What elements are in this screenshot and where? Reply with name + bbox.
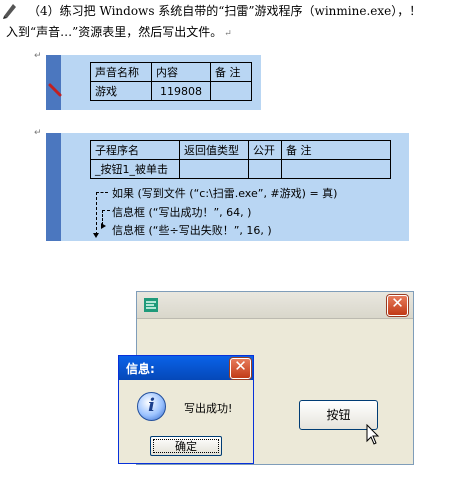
resource-table-panel: 声音名称 内容 备 注 游戏 119808 bbox=[46, 55, 261, 110]
column-header: 返回值类型 bbox=[179, 140, 249, 160]
table-header-row: 声音名称 内容 备 注 bbox=[90, 62, 252, 82]
mouse-cursor-icon bbox=[366, 424, 380, 445]
message-box-title: 信息: bbox=[126, 362, 155, 376]
table-cell[interactable]: 游戏 bbox=[90, 81, 152, 101]
message-text: 写出成功! bbox=[184, 402, 233, 415]
table-cell[interactable] bbox=[248, 159, 282, 179]
message-box: 信息: ✕ i 写出成功! 确定 bbox=[118, 355, 254, 464]
flow-line bbox=[102, 210, 110, 211]
table-cell[interactable] bbox=[210, 81, 252, 101]
code-line-if[interactable]: 如果 (写到文件 (“c:\扫雷.exe”, #游戏) = 真) bbox=[112, 185, 337, 201]
column-header: 备 注 bbox=[210, 62, 252, 82]
column-header: 备 注 bbox=[281, 140, 391, 160]
column-header: 子程序名 bbox=[90, 140, 180, 160]
close-button[interactable]: ✕ bbox=[387, 294, 408, 316]
table-header-row: 子程序名 返回值类型 公开 备 注 bbox=[90, 140, 391, 160]
app-icon bbox=[144, 298, 158, 312]
close-icon: ✕ bbox=[391, 294, 404, 312]
close-icon: ✕ bbox=[234, 357, 247, 375]
code-panel: 子程序名 返回值类型 公开 备 注 _按钮1_被单击 如果 (写到文件 (“c:… bbox=[46, 133, 409, 241]
table-row: 游戏 119808 bbox=[90, 81, 252, 101]
flow-arrow-icon bbox=[93, 233, 99, 238]
pen-icon bbox=[3, 4, 16, 19]
column-header: 公开 bbox=[248, 140, 282, 160]
table-row: _按钮1_被单击 bbox=[90, 159, 391, 179]
message-box-close-button[interactable]: ✕ bbox=[230, 357, 251, 379]
return-mark: ↵ bbox=[34, 51, 42, 61]
subroutine-table: 子程序名 返回值类型 公开 备 注 _按钮1_被单击 bbox=[90, 140, 391, 179]
return-mark: ↵ bbox=[224, 29, 232, 39]
resource-table: 声音名称 内容 备 注 游戏 119808 bbox=[90, 62, 252, 101]
doc-paragraph-line-1: （4）练习把 Windows 系统自带的“扫雷”游戏程序（winmine.exe… bbox=[28, 4, 422, 18]
panel-sidebar bbox=[46, 133, 61, 241]
flow-line bbox=[96, 192, 108, 193]
column-header: 声音名称 bbox=[90, 62, 152, 82]
table-cell[interactable]: 119808 bbox=[151, 81, 211, 101]
doc-paragraph-line-2: 入到“声音…”资源表里，然后写出文件。 ↵ bbox=[6, 25, 232, 39]
message-box-titlebar[interactable]: 信息: ✕ bbox=[119, 356, 253, 380]
table-cell[interactable] bbox=[179, 159, 249, 179]
code-line-msgbox-fail[interactable]: 信息框 (“些÷写出失败！”, 16, ) bbox=[112, 222, 272, 238]
flow-line bbox=[96, 192, 97, 235]
pencil-icon bbox=[48, 83, 62, 97]
info-icon: i bbox=[137, 392, 166, 421]
column-header: 内容 bbox=[151, 62, 211, 82]
main-window-titlebar[interactable]: ✕ bbox=[137, 292, 413, 319]
flow-arrow-icon bbox=[101, 223, 106, 229]
code-line-msgbox-success[interactable]: 信息框 (“写出成功！”, 64, ) bbox=[112, 204, 251, 220]
ok-button[interactable]: 确定 bbox=[150, 436, 222, 456]
table-cell[interactable] bbox=[281, 159, 391, 179]
table-cell[interactable]: _按钮1_被单击 bbox=[90, 159, 180, 179]
return-mark: ↵ bbox=[34, 128, 42, 138]
